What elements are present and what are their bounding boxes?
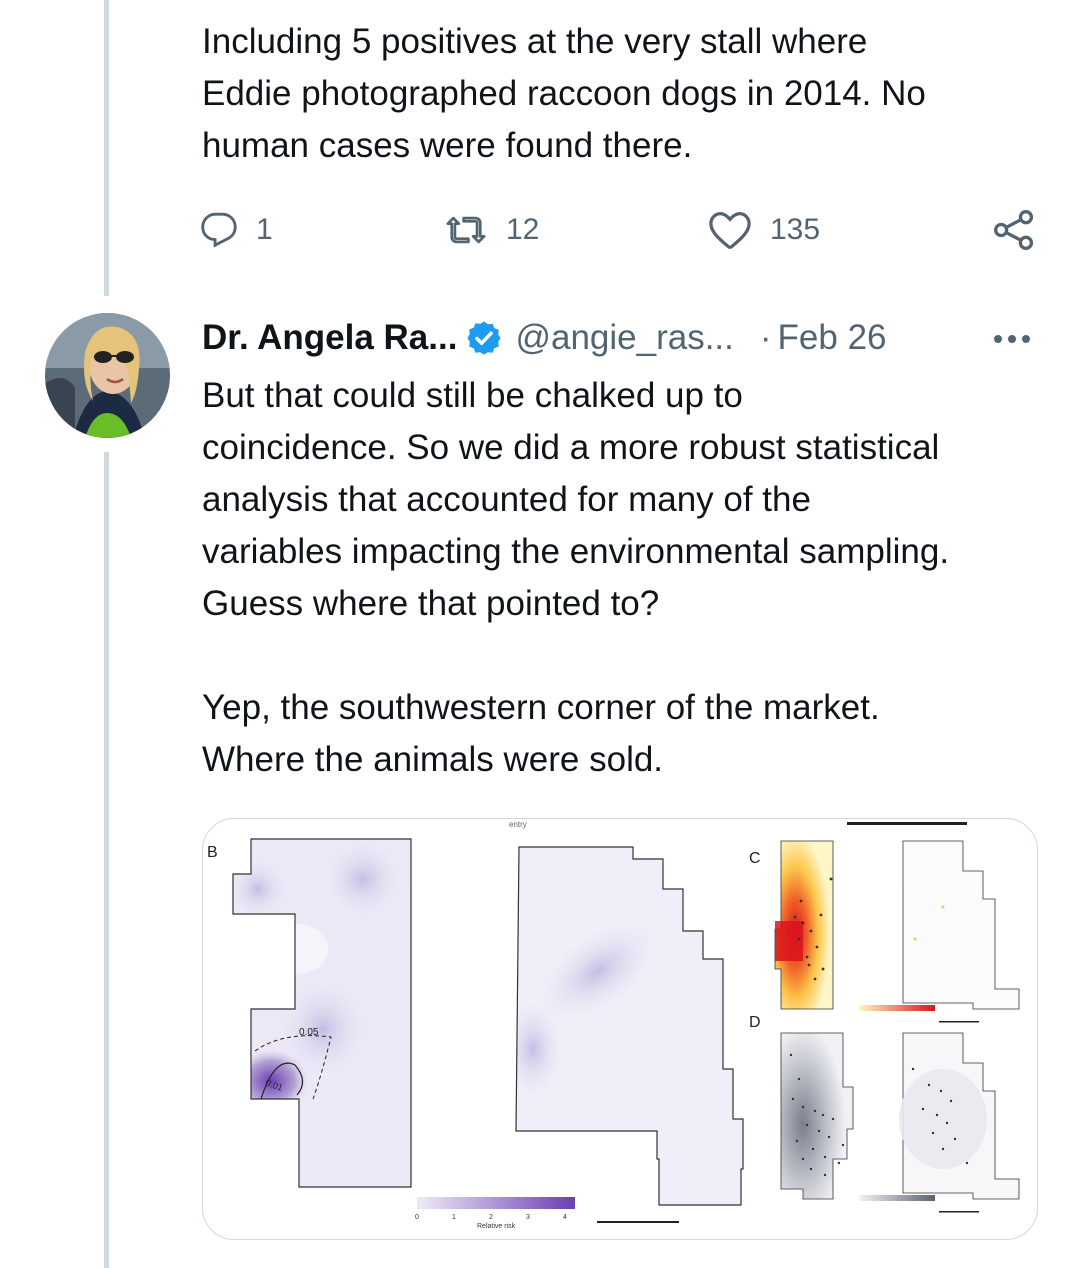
panel-d-label: D [749,1014,761,1031]
panel-b-label: B [207,844,218,861]
retweet-icon [446,216,486,244]
tweet-image[interactable]: B C D entry 0.05 0.01 0 1 2 3 4 Relative… [202,818,1038,1240]
retweet-button[interactable]: 12 [444,200,539,260]
retweet-count: 12 [506,213,540,246]
scale-bar-top [847,822,967,825]
share-button[interactable] [992,200,1036,260]
author-name[interactable]: Dr. Angela Ra... [202,318,457,358]
like-button[interactable]: 135 [708,200,820,260]
risk-legend-title: Relative risk [477,1223,516,1230]
panel-c-label: C [749,850,761,867]
contour-005-label: 0.05 [299,1027,319,1038]
market-risk-figure: B C D entry 0.05 0.01 0 1 2 3 4 Relative… [207,820,1020,1230]
reply-button[interactable]: 1 [200,200,273,260]
scale-bar-c [939,1021,979,1023]
heart-icon [709,211,751,249]
scale-bar-d [939,1211,979,1213]
avatar-photo [45,313,170,438]
density-legend-d [859,1195,935,1201]
verified-badge-icon [467,321,502,355]
share-icon [994,210,1034,250]
thread-line-top [104,0,109,296]
tweet-header: Dr. Angela Ra... @angie_ras... · Feb 26 [202,312,887,364]
risk-legend-ticks: 0 1 2 3 4 [415,1214,567,1221]
more-dots-icon [994,335,1030,343]
legend-tick-3: 3 [526,1214,530,1221]
tweet-date[interactable]: Feb 26 [778,318,887,358]
like-count: 135 [770,213,821,246]
entry-label: entry [509,820,527,829]
author-handle[interactable]: @angie_ras... [515,318,733,358]
legend-tick-1: 1 [452,1214,456,1221]
reply-icon [201,212,237,248]
risk-legend-bar [417,1197,575,1209]
scale-bar-b [597,1221,679,1223]
tweet-actions: 1 12 135 [200,200,1040,260]
reply-count: 1 [256,213,273,246]
tweet-text-main: But that could still be chalked up to co… [202,376,950,779]
tweet-text-top: Including 5 positives at the very stall … [202,22,926,165]
more-options-button[interactable] [990,322,1034,356]
thread-line-bottom [104,452,109,1268]
legend-tick-4: 4 [563,1214,567,1221]
density-legend-c [859,1005,935,1011]
legend-tick-2: 2 [489,1214,493,1221]
legend-tick-0: 0 [415,1214,419,1221]
avatar[interactable] [45,313,170,438]
header-separator: · [759,318,772,357]
